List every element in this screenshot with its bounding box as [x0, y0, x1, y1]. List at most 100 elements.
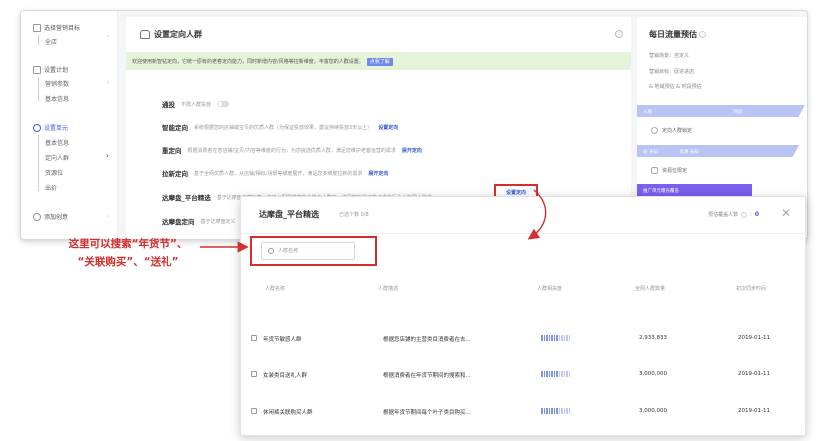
- resource-limit-item: 资源位限定: [651, 167, 687, 174]
- modal-title: 达摩盘_平台精选: [259, 210, 319, 219]
- relevance-tick: [558, 335, 560, 341]
- relevance-tick: [568, 408, 570, 414]
- close-icon[interactable]: ✕: [781, 206, 791, 220]
- relevance-tick: [566, 371, 568, 377]
- relevance-tick: [541, 408, 543, 414]
- bulb-icon: [33, 212, 41, 221]
- relevance-tick: [541, 371, 543, 377]
- selected-count: 已选个数 0/8: [339, 212, 369, 218]
- estimate-region: & 地域预估 & 时段预估: [649, 84, 702, 90]
- relevance-tick: [563, 335, 565, 341]
- estimate-scene: 营销场景：自定义: [649, 53, 690, 59]
- search-highlight-box: [250, 236, 377, 266]
- sidebar-item-bid[interactable]: 出价: [45, 183, 57, 192]
- divider: [38, 77, 39, 101]
- relevance-tick: [561, 371, 563, 377]
- relevance-meter: [541, 408, 570, 414]
- help-icon[interactable]: [699, 31, 706, 38]
- learn-more-link[interactable]: 点我了解: [366, 58, 393, 66]
- relevance-tick: [553, 408, 555, 414]
- acquisition-expand-link[interactable]: 展开定向: [368, 170, 388, 177]
- annotation-line-1: 这里可以搜索“年货节”、: [68, 238, 188, 250]
- audience-lock-item: 定向人群锁定: [651, 127, 692, 134]
- relevance-tick: [551, 335, 553, 341]
- relevance-tick: [563, 408, 565, 414]
- panel-title: 设置定向人群: [140, 29, 202, 40]
- relevance-tick: [543, 371, 545, 377]
- column-header-name: 人群名称: [265, 286, 286, 292]
- dmp-select-modal: 达摩盘_平台精选 已选个数 0/8 预估覆盖人数 : 0 ✕ 人群名称 人群描述…: [240, 196, 807, 436]
- sidebar-item-unit-basic-info[interactable]: 基本信息: [45, 138, 69, 147]
- divider: [241, 233, 807, 234]
- targeting-row-dmp: 达摩盘定向 基于达摩盘定义: [162, 218, 236, 226]
- divider: [38, 35, 39, 45]
- relevance-tick: [546, 408, 548, 414]
- chevron-right-icon: ›: [105, 151, 109, 160]
- row-checkbox[interactable]: [251, 335, 257, 341]
- row-checkbox[interactable]: [251, 371, 257, 377]
- relevance-tick: [558, 371, 560, 377]
- sidebar-step-creative[interactable]: 添加创意: [33, 212, 68, 221]
- audience-icon: [140, 30, 150, 39]
- retarget-expand-link[interactable]: 展开定向: [402, 147, 422, 154]
- table-row[interactable]: 年货节敏感人群 根据您店铺的主营类目消费者在去... 2,933,833 201…: [241, 327, 807, 349]
- estimate-title: 每日流量预估: [649, 29, 706, 40]
- sidebar-item-target-audience[interactable]: 定向人群: [45, 153, 69, 162]
- relevance-tick: [556, 335, 558, 341]
- intro-banner: 欢迎使用新智钻定向，它统一原有的老卷定向能力，同时新增内容/风格等拉新维度，丰富…: [126, 52, 631, 70]
- pulse-icon: [33, 123, 41, 132]
- table-row[interactable]: 休闲裤关联购买人群 根据年货节期间每个叶子类目购买... 3,000,000 2…: [241, 400, 807, 422]
- relevance-tick: [558, 408, 560, 414]
- relevance-tick: [543, 408, 545, 414]
- sidebar-step-plan[interactable]: 设置计划: [33, 65, 68, 74]
- sidebar-item-marketing-params[interactable]: 营销参数: [45, 79, 69, 88]
- sidebar-step-unit[interactable]: 设置单元: [33, 123, 68, 132]
- row-checkbox[interactable]: [251, 408, 257, 414]
- relevance-tick: [556, 408, 558, 414]
- relevance-tick: [553, 335, 555, 341]
- relevance-tick: [561, 335, 563, 341]
- relevance-tick: [566, 335, 568, 341]
- grid-icon: [33, 23, 41, 32]
- relevance-tick: [553, 371, 555, 377]
- relevance-tick: [543, 335, 545, 341]
- info-icon[interactable]: i: [615, 30, 623, 38]
- folder-icon: [33, 65, 41, 74]
- sidebar-item-plan-basic-info[interactable]: 基本信息: [45, 94, 69, 103]
- table-row[interactable]: 女装类目送礼人群 根据消费者在年货节期间的搜索和... 3,000,000 20…: [241, 363, 807, 385]
- targeting-row-broad: 通投 不限人群投放: [162, 99, 230, 109]
- relevance-tick: [548, 408, 550, 414]
- relevance-tick: [548, 371, 550, 377]
- image-icon: [651, 167, 658, 174]
- column-header-desc: 人群描述: [378, 286, 399, 292]
- relevance-tick: [546, 371, 548, 377]
- sidebar-step-goal[interactable]: 选择营销目标: [33, 23, 80, 32]
- relevance-tick: [541, 335, 543, 341]
- sidebar: 选择营销目标 › 全店 设置计划 营销参数 › 基本信息 设置单元 基本信息 定…: [21, 11, 118, 239]
- sidebar-item-all-store[interactable]: 全店: [45, 37, 57, 46]
- relevance-tick: [551, 408, 553, 414]
- relevance-meter: [541, 371, 570, 377]
- column-header-relevance: 人群相关度: [537, 286, 563, 292]
- estimate-goal: 营销目标：促进进店: [649, 69, 695, 75]
- relevance-tick: [563, 371, 565, 377]
- chevron-right-icon: ›: [106, 213, 109, 220]
- help-icon[interactable]: [741, 211, 748, 218]
- relevance-tick: [568, 335, 570, 341]
- targeting-row-acquisition: 拉新定向 基于全网优质人群，从店铺/相似/场景等维度展开，满足您多维度拉新的需求…: [162, 170, 389, 178]
- relevance-tick: [551, 371, 553, 377]
- relevance-tick: [568, 371, 570, 377]
- relevance-tick: [556, 371, 558, 377]
- sidebar-item-resource-slot[interactable]: 资源位: [45, 168, 63, 177]
- chevron-right-icon: ›: [106, 33, 109, 40]
- relevance-tick: [566, 408, 568, 414]
- smart-setup-link[interactable]: 设置定向: [378, 124, 398, 131]
- broad-toggle[interactable]: [217, 101, 230, 107]
- relevance-meter: [541, 335, 570, 341]
- chevron-right-icon: ›: [106, 79, 109, 86]
- column-header-count: 全网人群数量: [635, 286, 666, 292]
- estimate-bar-resource: 站 未知 资源 未知: [637, 145, 799, 157]
- relevance-tick: [561, 408, 563, 414]
- targeting-row-retarget: 重定向 根据消费者在您店铺/宝贝/内容等维度的行为，为您挑选优质人群，满足您维护…: [162, 147, 422, 155]
- divider: [38, 135, 39, 191]
